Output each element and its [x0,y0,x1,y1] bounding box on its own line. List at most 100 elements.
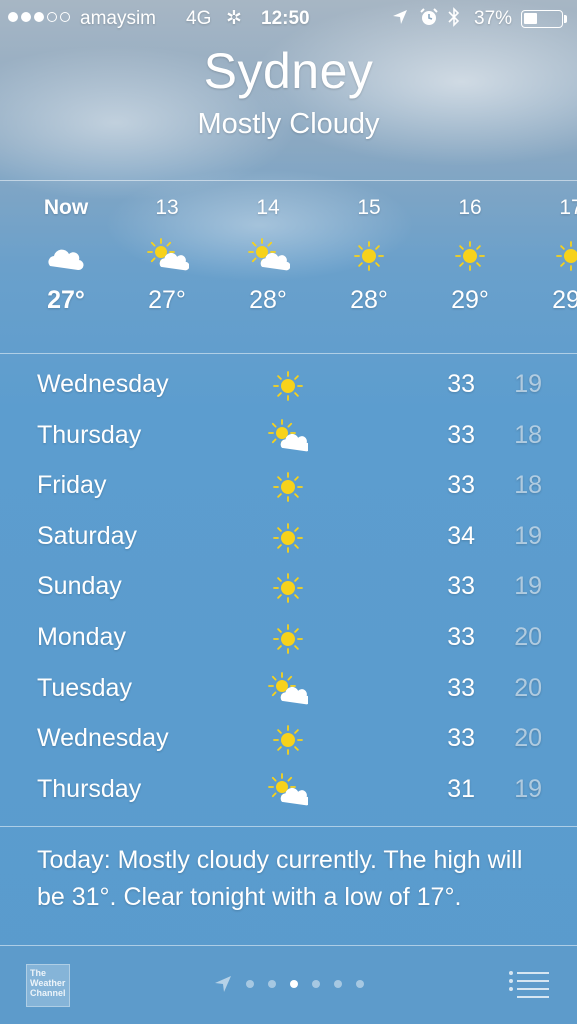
day-high-temp: 31 [447,774,475,803]
hour-temperature: 28° [350,286,388,314]
partly-cloudy-icon [268,418,311,455]
day-name: Thursday [37,420,142,449]
network-activity-icon: ✲ [226,8,242,29]
page-dot[interactable] [356,980,364,988]
day-high-temp: 34 [447,521,475,550]
day-row: Thursday 33 18 [0,411,577,462]
sun-icon [268,621,308,657]
bottom-toolbar: The Weather Channel [0,946,577,1024]
hour-temperature: 27° [47,286,85,314]
day-name: Tuesday [37,673,132,702]
alarm-icon [420,8,438,25]
day-name: Wednesday [37,370,169,398]
hour-column: 14 28° [218,182,318,315]
hour-column: 15 28° [319,182,419,315]
day-name: Thursday [37,774,142,803]
sun-icon [268,469,308,505]
status-bar: amaysim 4G ✲ 12:50 37% [0,0,577,38]
city-name: Sydney [203,43,374,99]
day-row: Wednesday 33 20 [0,714,577,765]
sun-icon [549,236,577,276]
day-row: Saturday 34 19 [0,512,577,563]
signal-strength-icon [8,12,70,22]
day-name: Wednesday [37,724,169,753]
hour-temperature: 29° [451,286,489,314]
day-low-temp: 20 [514,622,542,651]
daily-bottom-divider [0,826,577,827]
carrier-name: amaysim [80,8,157,29]
daily-forecast[interactable]: Wednesday 33 19 Thursday 33 18 Friday 33 18 Satur… [0,360,577,815]
hour-label: 14 [256,196,280,219]
status-time: 12:50 [261,8,310,29]
day-high-temp: 33 [447,724,475,753]
hour-label: Now [43,196,89,219]
day-low-temp: 19 [514,521,542,550]
hour-label: 13 [155,196,179,219]
sun-icon [448,236,492,276]
hour-label: 16 [458,196,482,219]
day-high-temp: 33 [447,471,475,500]
battery-level-fill [524,13,538,24]
cloud-icon [44,236,88,276]
sun-icon [268,520,308,556]
battery-tip [564,15,567,23]
location-page-icon [215,976,231,992]
day-row: Sunday 33 19 [0,562,577,613]
day-row: Friday 33 18 [0,461,577,512]
weather-channel-logo[interactable]: The Weather Channel [26,964,70,1007]
day-low-temp: 19 [514,774,542,803]
hour-column: 13 27° [117,182,217,315]
page-dot[interactable] [334,980,342,988]
day-high-temp: 33 [447,572,475,601]
day-low-temp: 20 [514,673,542,702]
partly-cloudy-icon [268,671,311,708]
bluetooth-icon [448,7,460,27]
day-name: Saturday [37,521,138,550]
partly-cloudy-icon [145,236,190,276]
current-condition: Mostly Cloudy [197,108,380,140]
sun-icon [268,368,308,404]
hour-label: 17 [559,196,577,219]
battery-icon [521,10,563,28]
hour-column: Now 27° [16,182,116,315]
day-low-temp: 18 [514,471,542,500]
hour-label: 15 [357,196,381,219]
network-type: 4G [186,8,212,29]
day-low-temp: 20 [514,724,542,753]
page-dot[interactable] [290,980,298,988]
day-low-temp: 19 [514,370,542,398]
today-summary: Today: Mostly cloudy currently. The high… [37,846,523,911]
day-name: Sunday [37,572,122,601]
day-high-temp: 33 [447,420,475,449]
page-indicator[interactable] [214,972,378,996]
location-arrow-icon [393,10,407,24]
day-row: Thursday 31 19 [0,765,577,816]
hourly-bottom-divider [0,353,577,354]
partly-cloudy-icon [246,236,291,276]
page-dot[interactable] [246,980,254,988]
day-name: Friday [37,471,107,500]
sun-icon [347,236,391,276]
sun-icon [268,570,308,606]
partly-cloudy-icon [268,772,311,809]
hourly-forecast[interactable]: Now 27° 13 27° 14 28° 15 28° 16 29° 17 29° [0,182,577,352]
day-row: Monday 33 20 [0,613,577,664]
day-row: Wednesday 33 19 [0,360,577,411]
day-low-temp: 19 [514,572,542,601]
page-dot[interactable] [312,980,320,988]
page-dot[interactable] [268,980,276,988]
day-high-temp: 33 [447,622,475,651]
day-row: Tuesday 33 20 [0,664,577,715]
battery-percentage: 37% [474,8,513,29]
hour-temperature: 29° [552,286,577,314]
day-high-temp: 33 [447,370,475,398]
hourly-top-divider [0,180,577,181]
day-name: Monday [37,622,126,651]
sun-icon [268,722,308,758]
hour-temperature: 27° [148,286,186,314]
hour-temperature: 28° [249,286,287,314]
city-list-icon[interactable] [508,970,550,998]
hour-column: 17 29° [521,182,577,315]
hour-column: 16 29° [420,182,520,315]
day-high-temp: 33 [447,673,475,702]
